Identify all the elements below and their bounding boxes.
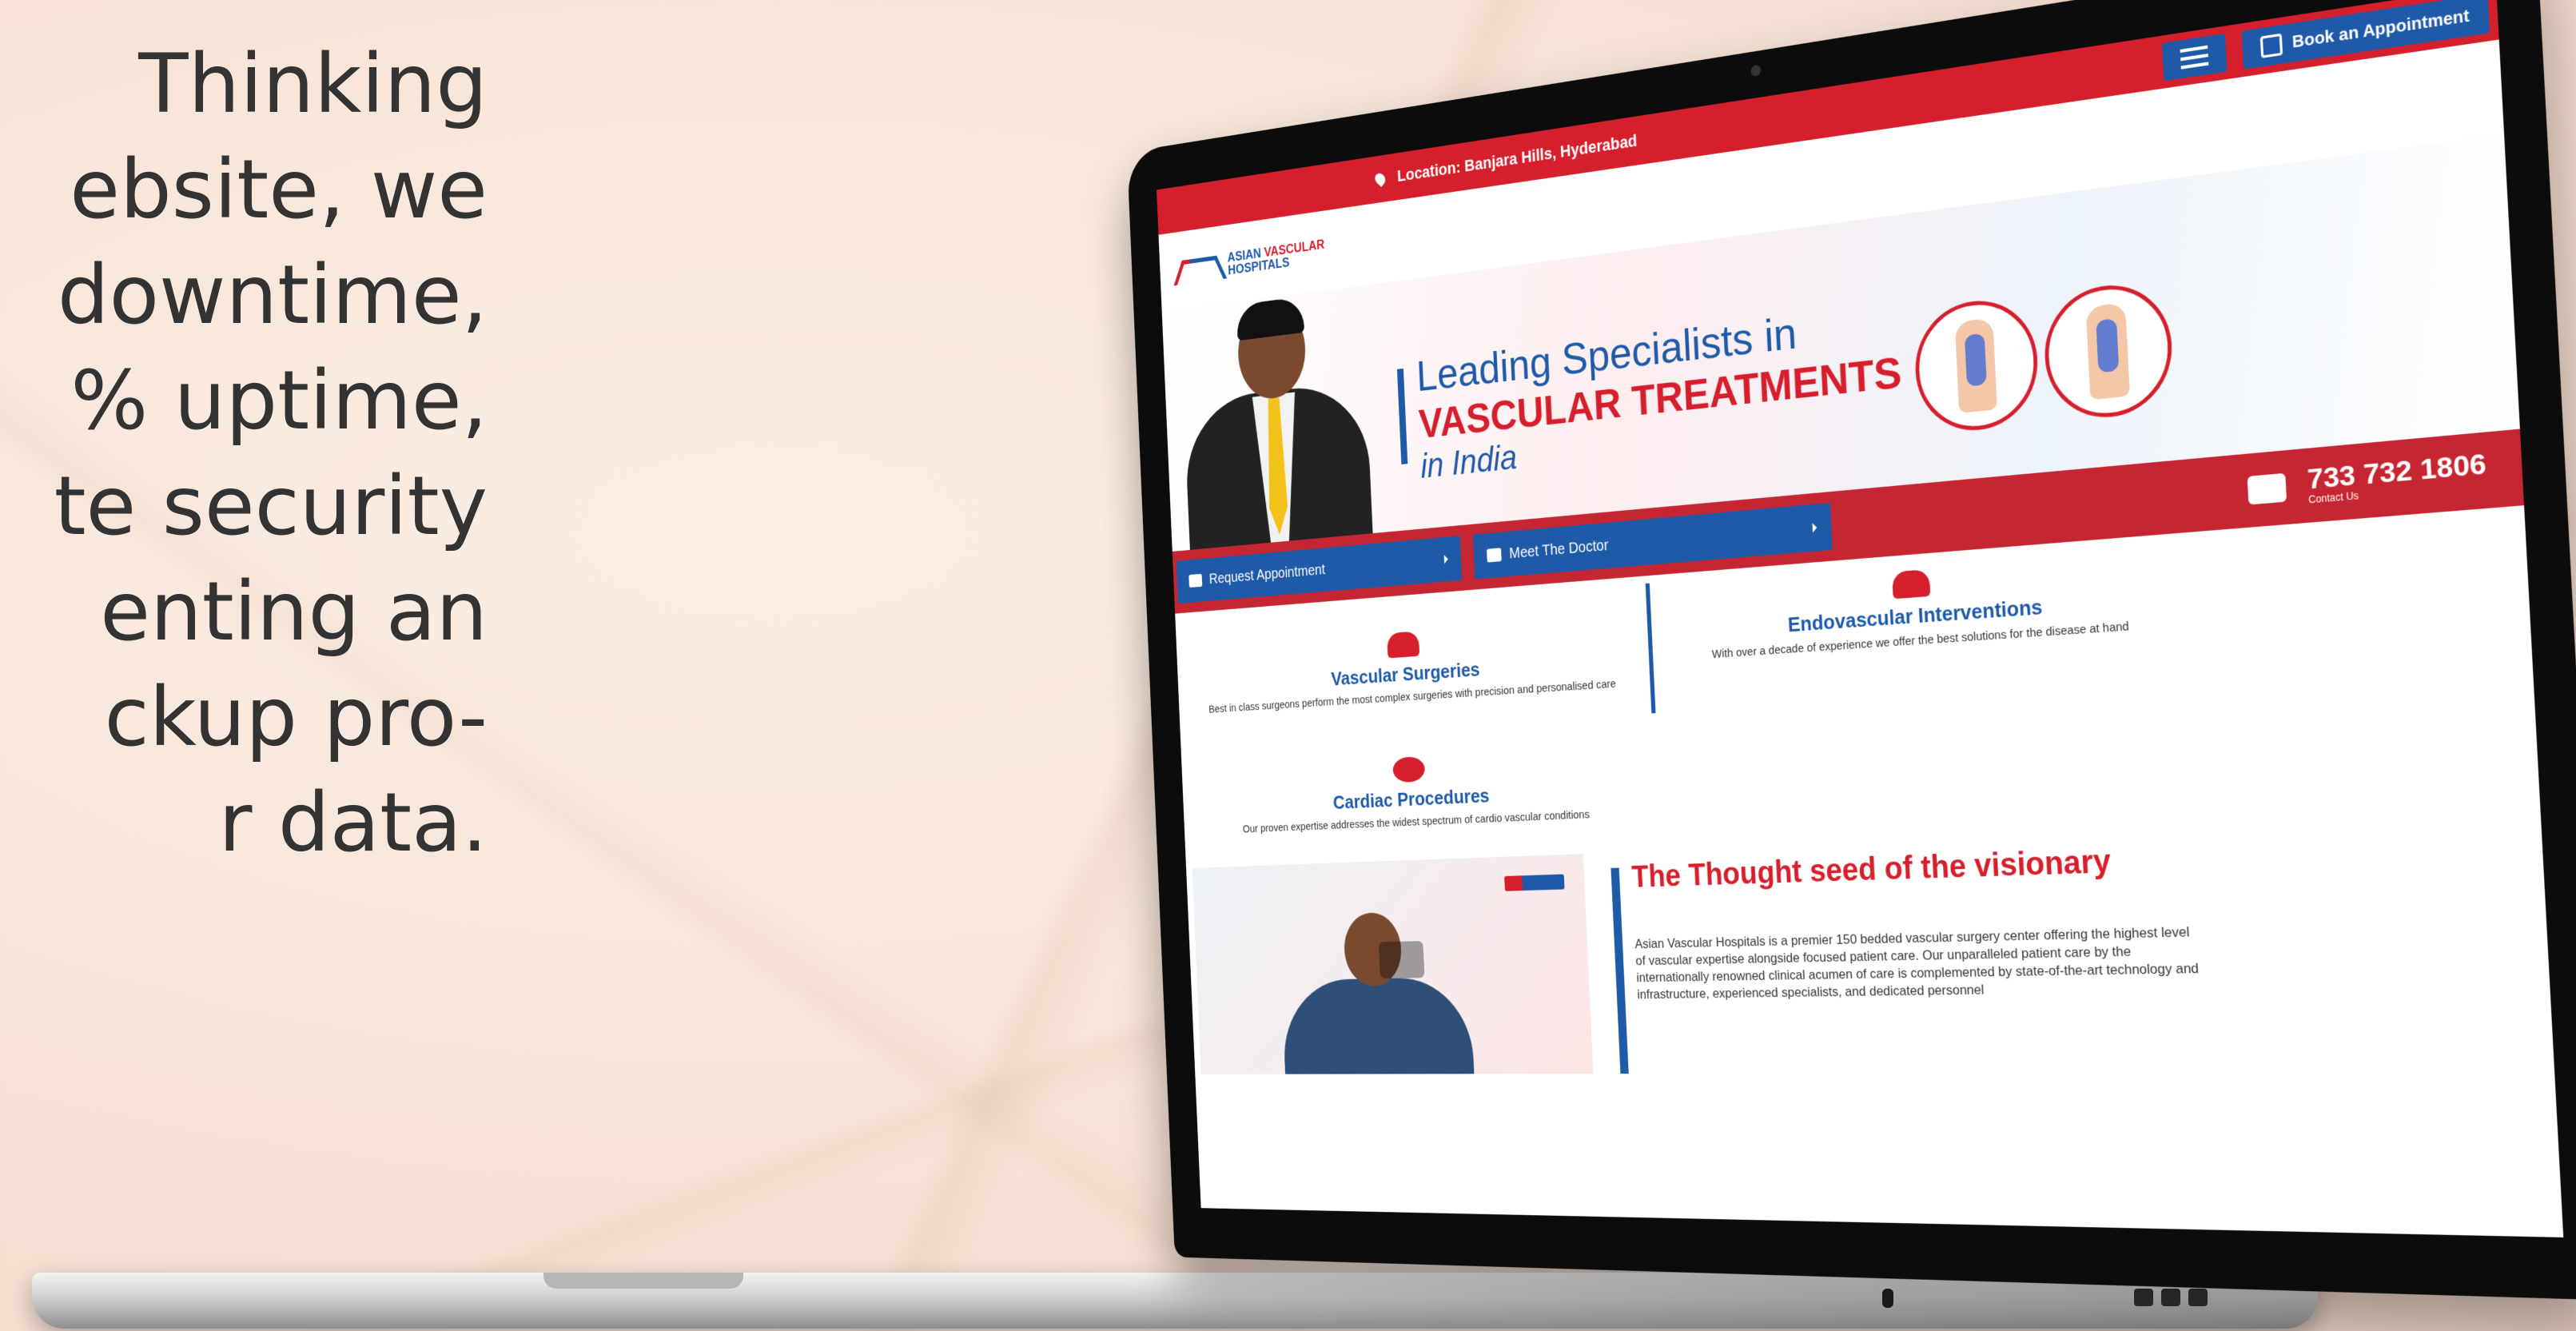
play-icon[interactable]	[1378, 941, 1425, 979]
contact-block[interactable]: 733 732 1806 Contact Us	[2247, 448, 2487, 511]
video-thumbnail[interactable]	[1192, 854, 1594, 1074]
doctor-portrait	[1180, 293, 1373, 552]
camera-icon	[1487, 548, 1502, 563]
base-icon	[2161, 1289, 2180, 1306]
logo-icon	[1504, 874, 1565, 891]
meet-doctor-label: Meet The Doctor	[1508, 536, 1609, 562]
promo-line: r data.	[218, 775, 488, 871]
services-divider	[1645, 583, 1656, 714]
site-logo-text[interactable]: ASIAN VASCULAR HOSPITALS	[1227, 237, 1325, 277]
laptop-notch	[543, 1273, 743, 1289]
heart-icon	[1392, 755, 1426, 783]
caret-right-icon	[1812, 523, 1818, 533]
menu-icon	[2180, 54, 2208, 62]
leg-vein-image	[2041, 278, 2176, 424]
promo-line: Thinking	[138, 37, 488, 132]
phone-icon	[2259, 33, 2283, 58]
laptop-screen: Location: Banjara Hills, Hyderabad Book …	[1157, 0, 2564, 1237]
service-card[interactable]: Vascular Surgeries Best in class surgeon…	[1188, 615, 1637, 718]
promo-text: Thinking ebsite, we downtime, % uptime, …	[0, 32, 488, 876]
vascular-surgery-icon	[1387, 631, 1420, 659]
location-pin-icon	[1372, 170, 1388, 188]
about-accent-bar	[1610, 867, 1629, 1074]
leg-vein-image	[1912, 294, 2041, 436]
phone-icon	[2247, 472, 2287, 505]
endovascular-icon	[1892, 568, 1931, 600]
hero-accent-bar	[1396, 368, 1408, 464]
laptop-bezel: Location: Banjara Hills, Hyderabad Book …	[1126, 0, 2576, 1301]
camera-icon	[1750, 64, 1762, 78]
book-appointment-label: Book an Appointment	[2291, 6, 2470, 52]
base-icon	[2188, 1289, 2208, 1306]
promo-line: enting an	[100, 564, 488, 660]
caret-right-icon	[1443, 554, 1448, 564]
laptop-indicator	[1882, 1289, 1893, 1308]
request-appointment-label: Request Appointment	[1208, 561, 1326, 588]
base-icon	[2134, 1289, 2153, 1306]
promo-line: ebsite, we	[70, 142, 488, 237]
promo-line: ckup pro-	[104, 670, 488, 765]
logo-icon[interactable]	[1177, 251, 1220, 285]
about-text: Asian Vascular Hospitals is a premier 15…	[1634, 923, 2200, 1002]
promo-line: % uptime,	[70, 353, 488, 448]
service-card[interactable]: Cardiac Procedures Our proven expertise …	[1193, 745, 1642, 839]
promo-line: te security	[54, 459, 488, 554]
menu-button[interactable]	[2161, 33, 2228, 82]
promo-line: downtime,	[57, 248, 488, 343]
calendar-icon	[1188, 573, 1203, 588]
